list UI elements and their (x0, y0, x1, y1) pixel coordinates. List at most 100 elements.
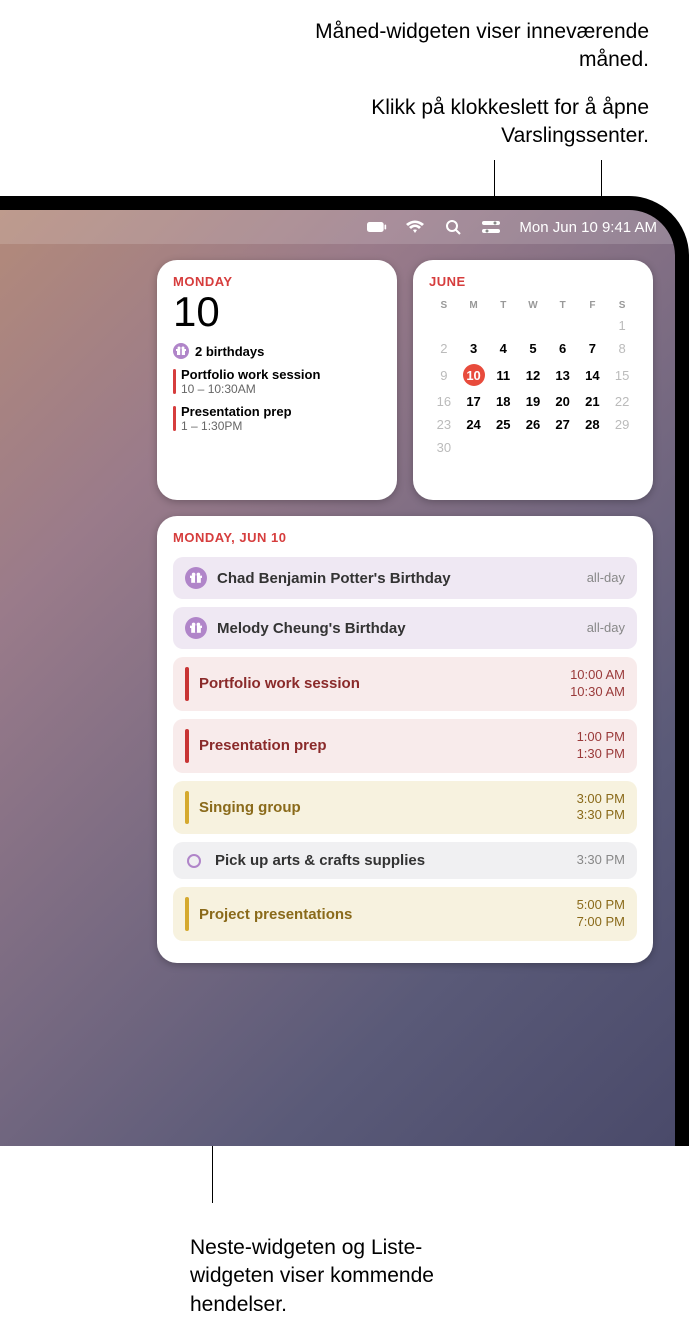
event-times: 1:00 PM1:30 PM (577, 729, 625, 763)
list-widget[interactable]: MONDAY, JUN 10 Chad Benjamin Potter's Bi… (157, 516, 653, 963)
list-event-row: Project presentations5:00 PM7:00 PM (173, 887, 637, 941)
month-day-cell (518, 436, 548, 459)
month-day-cell: 29 (607, 413, 637, 436)
month-day-cell: 14 (578, 360, 608, 390)
gift-icon (185, 567, 207, 589)
menubar-datetime[interactable]: Mon Jun 10 9:41 AM (519, 219, 657, 236)
event-times: all-day (587, 620, 625, 637)
month-day-cell: 30 (429, 436, 459, 459)
list-event-row: Presentation prep1:00 PM1:30 PM (173, 719, 637, 773)
today-date-number: 10 (173, 291, 381, 333)
event-name: Pick up arts & crafts supplies (215, 852, 577, 869)
month-day-cell: 21 (578, 390, 608, 413)
month-day-cell: 28 (578, 413, 608, 436)
month-day-cell: 1 (607, 314, 637, 337)
today-event-row: Presentation prep1 – 1:30PM (173, 404, 381, 433)
month-day-cell: 9 (429, 360, 459, 390)
month-day-cell (488, 436, 518, 459)
month-day-cell: 10 (459, 360, 489, 390)
month-dow-cell: S (607, 297, 637, 314)
event-accent-bar (185, 791, 189, 825)
list-event-row: Melody Cheung's Birthdayall-day (173, 607, 637, 649)
month-day-cell (459, 436, 489, 459)
event-name: Portfolio work session (199, 675, 570, 692)
month-day-cell (607, 436, 637, 459)
event-name: Singing group (199, 799, 577, 816)
today-widget[interactable]: MONDAY 10 2 birthdays Portfolio work ses… (157, 260, 397, 500)
control-center-icon[interactable] (481, 219, 501, 235)
device-frame: Mon Jun 10 9:41 AM MONDAY 10 2 birthdays… (0, 196, 689, 1146)
month-widget[interactable]: JUNE SMTWTFS 123456789101112131415161718… (413, 260, 653, 500)
month-day-cell: 27 (548, 413, 578, 436)
month-day-cell: 25 (488, 413, 518, 436)
gift-icon (173, 343, 189, 359)
month-dow-cell: W (518, 297, 548, 314)
birthday-row: 2 birthdays (173, 343, 381, 359)
month-label: JUNE (429, 274, 637, 289)
list-event-row: Singing group3:00 PM3:30 PM (173, 781, 637, 835)
event-title: Portfolio work session (181, 367, 381, 382)
battery-icon[interactable] (367, 219, 387, 235)
annotation-clock: Klikk på klokkeslett for å åpne Varsling… (289, 94, 649, 151)
widget-area: MONDAY 10 2 birthdays Portfolio work ses… (157, 260, 657, 963)
event-title: Presentation prep (181, 404, 381, 419)
month-dow-cell: T (488, 297, 518, 314)
event-name: Chad Benjamin Potter's Birthday (217, 570, 587, 587)
month-day-cell: 22 (607, 390, 637, 413)
event-times: 10:00 AM10:30 AM (570, 667, 625, 701)
annotation-month-widget: Måned-widgeten viser inneværende måned. (289, 18, 649, 75)
event-name: Project presentations (199, 906, 577, 923)
open-circle-icon (187, 854, 201, 868)
list-widget-header: MONDAY, JUN 10 (173, 530, 637, 545)
month-day-cell: 24 (459, 413, 489, 436)
event-time: 1 – 1:30PM (181, 419, 381, 433)
event-name: Presentation prep (199, 737, 577, 754)
month-day-cell: 12 (518, 360, 548, 390)
month-day-cell: 6 (548, 337, 578, 360)
month-day-cell (518, 314, 548, 337)
month-day-cell (548, 436, 578, 459)
month-day-cell: 8 (607, 337, 637, 360)
month-day-cell: 11 (488, 360, 518, 390)
list-event-row: Portfolio work session10:00 AM10:30 AM (173, 657, 637, 711)
month-day-cell (578, 314, 608, 337)
month-day-cell: 16 (429, 390, 459, 413)
month-day-cell (578, 436, 608, 459)
month-day-cell: 3 (459, 337, 489, 360)
event-time: 10 – 10:30AM (181, 382, 381, 396)
event-times: 3:00 PM3:30 PM (577, 791, 625, 825)
wifi-icon[interactable] (405, 219, 425, 235)
event-name: Melody Cheung's Birthday (217, 620, 587, 637)
menubar: Mon Jun 10 9:41 AM (0, 210, 675, 244)
month-day-cell: 23 (429, 413, 459, 436)
month-dow-cell: F (578, 297, 608, 314)
month-day-cell: 15 (607, 360, 637, 390)
event-accent-bar (185, 729, 189, 763)
list-event-row: Chad Benjamin Potter's Birthdayall-day (173, 557, 637, 599)
today-event-row: Portfolio work session10 – 10:30AM (173, 367, 381, 396)
month-day-cell (429, 314, 459, 337)
month-day-cell: 5 (518, 337, 548, 360)
spotlight-icon[interactable] (443, 219, 463, 235)
annotation-list-widgets: Neste-widgeten og Liste-widgeten viser k… (190, 1234, 490, 1319)
event-times: all-day (587, 570, 625, 587)
list-event-row: Pick up arts & crafts supplies3:30 PM (173, 842, 637, 879)
birthday-count: 2 birthdays (195, 344, 264, 359)
month-day-cell: 18 (488, 390, 518, 413)
month-dow-cell: M (459, 297, 489, 314)
month-dow-cell: S (429, 297, 459, 314)
month-day-cell: 17 (459, 390, 489, 413)
month-day-cell: 7 (578, 337, 608, 360)
event-accent-bar (173, 406, 176, 431)
month-day-cell: 20 (548, 390, 578, 413)
event-times: 5:00 PM7:00 PM (577, 897, 625, 931)
event-times: 3:30 PM (577, 852, 625, 869)
event-accent-bar (185, 897, 189, 931)
event-accent-bar (173, 369, 176, 394)
month-day-cell (548, 314, 578, 337)
gift-icon (185, 617, 207, 639)
today-day-label: MONDAY (173, 274, 381, 289)
month-day-cell: 26 (518, 413, 548, 436)
month-day-cell: 4 (488, 337, 518, 360)
event-accent-bar (185, 667, 189, 701)
